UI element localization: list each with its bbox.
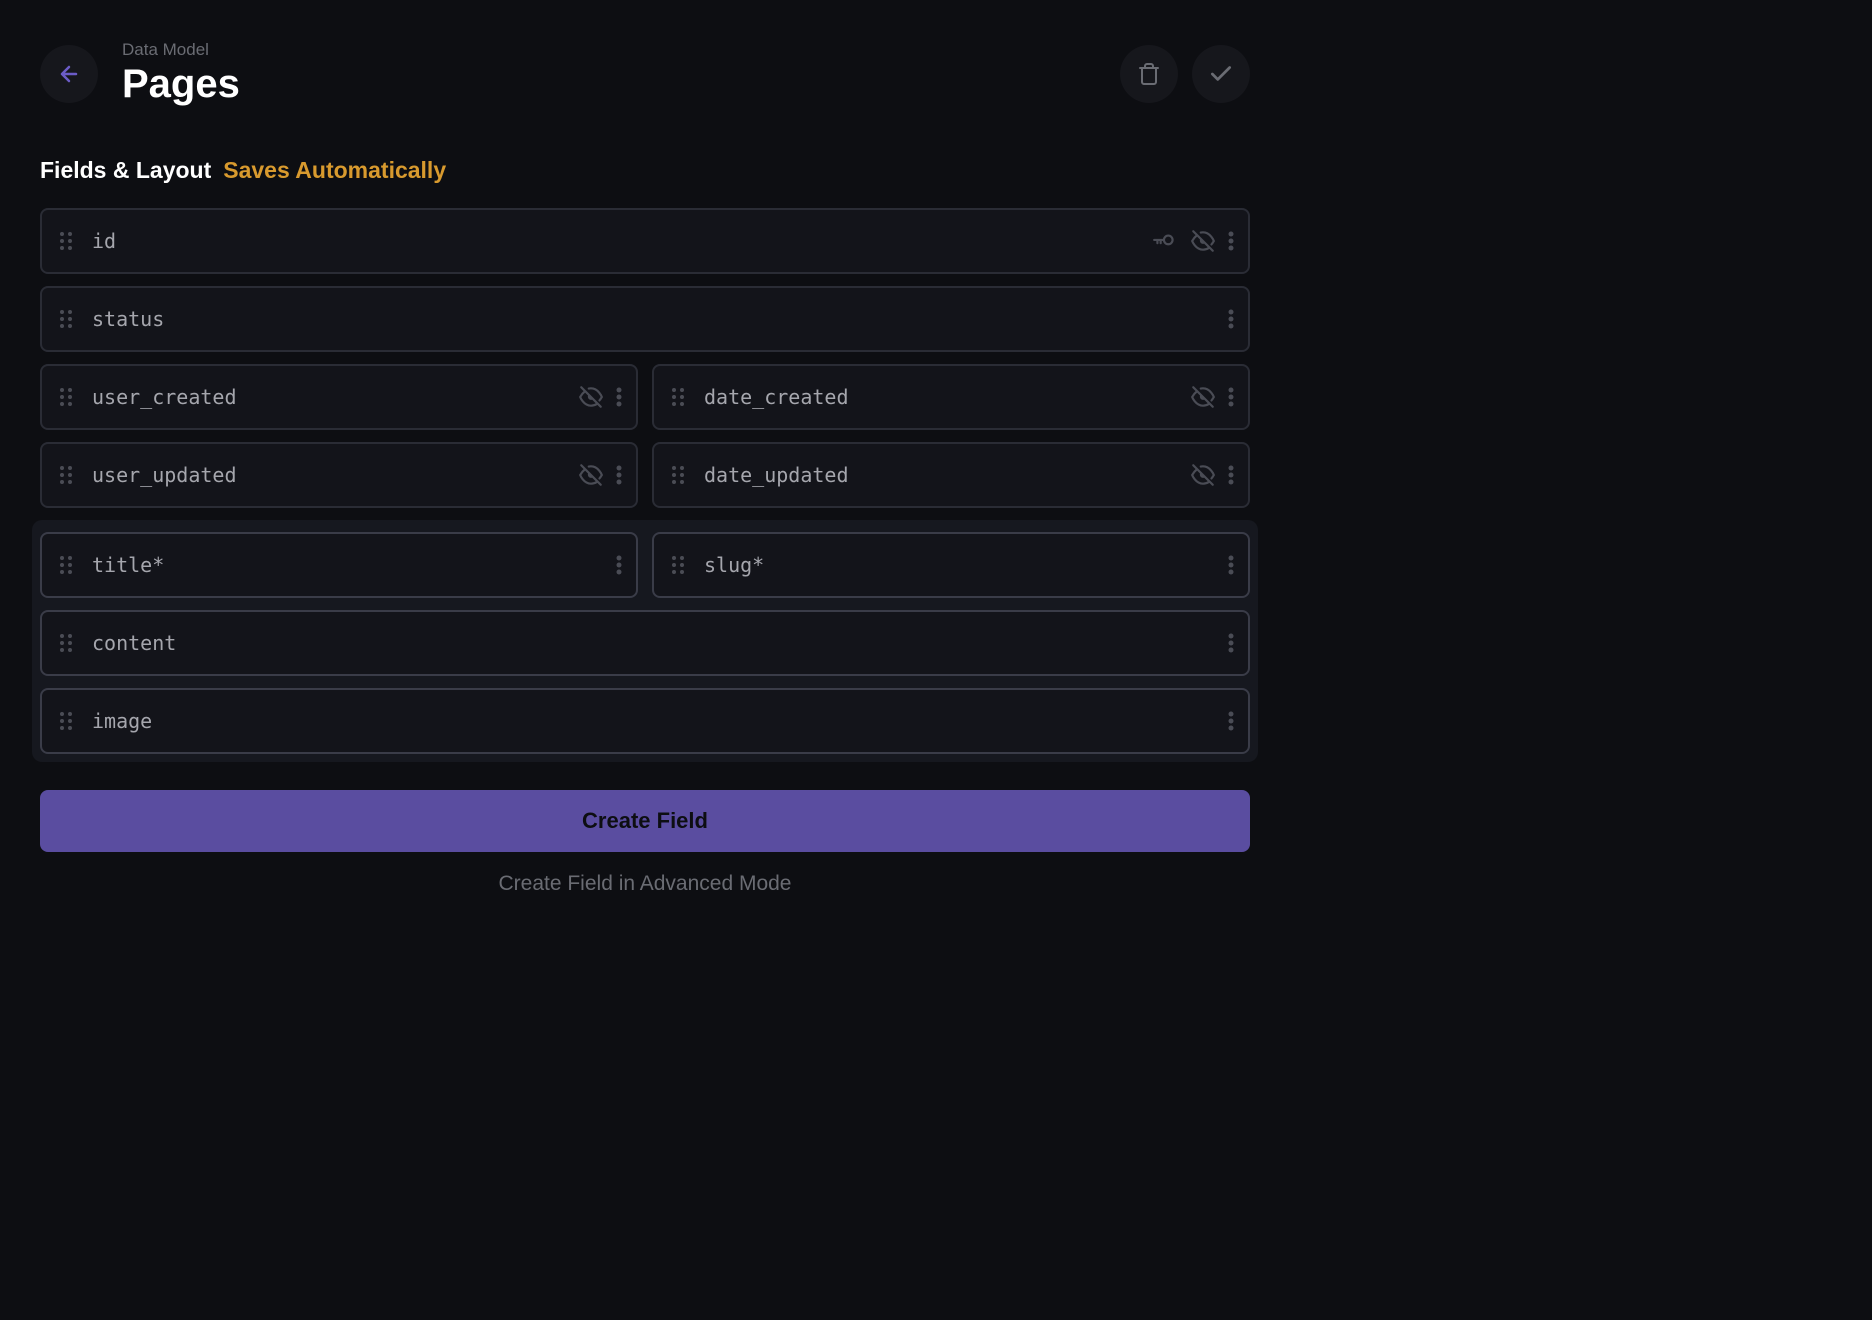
confirm-button[interactable] — [1192, 45, 1250, 103]
field-name: slug* — [704, 553, 1228, 577]
breadcrumb: Data Model — [122, 40, 1120, 60]
drag-handle-icon[interactable] — [56, 555, 76, 575]
drag-handle-icon[interactable] — [56, 231, 76, 251]
more-icon[interactable] — [1228, 465, 1234, 485]
more-icon[interactable] — [616, 465, 622, 485]
advanced-mode-link[interactable]: Create Field in Advanced Mode — [40, 872, 1250, 896]
trash-icon — [1137, 62, 1161, 86]
visibility-off-icon[interactable] — [578, 462, 604, 488]
visibility-off-icon[interactable] — [1190, 462, 1216, 488]
field-name: user_updated — [92, 463, 578, 487]
drag-handle-icon[interactable] — [56, 633, 76, 653]
visibility-off-icon[interactable] — [1190, 384, 1216, 410]
more-icon[interactable] — [616, 555, 622, 575]
field-card-date-updated[interactable]: date_updated — [652, 442, 1250, 508]
field-group-highlighted: title* slug* — [32, 520, 1258, 762]
drag-handle-icon[interactable] — [56, 309, 76, 329]
arrow-left-icon — [57, 62, 81, 86]
field-name: date_updated — [704, 463, 1190, 487]
field-card-image[interactable]: image — [40, 688, 1250, 754]
visibility-off-icon[interactable] — [578, 384, 604, 410]
field-name: date_created — [704, 385, 1190, 409]
more-icon[interactable] — [1228, 231, 1234, 251]
field-card-slug[interactable]: slug* — [652, 532, 1250, 598]
back-button[interactable] — [40, 45, 98, 103]
more-icon[interactable] — [1228, 387, 1234, 407]
field-card-title[interactable]: title* — [40, 532, 638, 598]
more-icon[interactable] — [1228, 555, 1234, 575]
check-icon — [1208, 61, 1234, 87]
section-subtitle: Saves Automatically — [223, 157, 446, 184]
field-name: title* — [92, 553, 616, 577]
drag-handle-icon[interactable] — [56, 387, 76, 407]
field-name: id — [92, 229, 1152, 253]
drag-handle-icon[interactable] — [668, 465, 688, 485]
key-icon — [1152, 228, 1178, 254]
create-field-button[interactable]: Create Field — [40, 790, 1250, 852]
more-icon[interactable] — [1228, 633, 1234, 653]
more-icon[interactable] — [1228, 309, 1234, 329]
delete-button[interactable] — [1120, 45, 1178, 103]
field-name: status — [92, 307, 1228, 331]
section-title: Fields & Layout — [40, 157, 211, 184]
field-name: content — [92, 631, 1228, 655]
field-card-id[interactable]: id — [40, 208, 1250, 274]
more-icon[interactable] — [616, 387, 622, 407]
drag-handle-icon[interactable] — [668, 387, 688, 407]
field-name: image — [92, 709, 1228, 733]
field-card-date-created[interactable]: date_created — [652, 364, 1250, 430]
more-icon[interactable] — [1228, 711, 1234, 731]
field-card-status[interactable]: status — [40, 286, 1250, 352]
drag-handle-icon[interactable] — [668, 555, 688, 575]
field-card-user-updated[interactable]: user_updated — [40, 442, 638, 508]
page-title: Pages — [122, 62, 1120, 107]
drag-handle-icon[interactable] — [56, 465, 76, 485]
visibility-off-icon[interactable] — [1190, 228, 1216, 254]
field-card-user-created[interactable]: user_created — [40, 364, 638, 430]
drag-handle-icon[interactable] — [56, 711, 76, 731]
field-card-content[interactable]: content — [40, 610, 1250, 676]
field-name: user_created — [92, 385, 578, 409]
